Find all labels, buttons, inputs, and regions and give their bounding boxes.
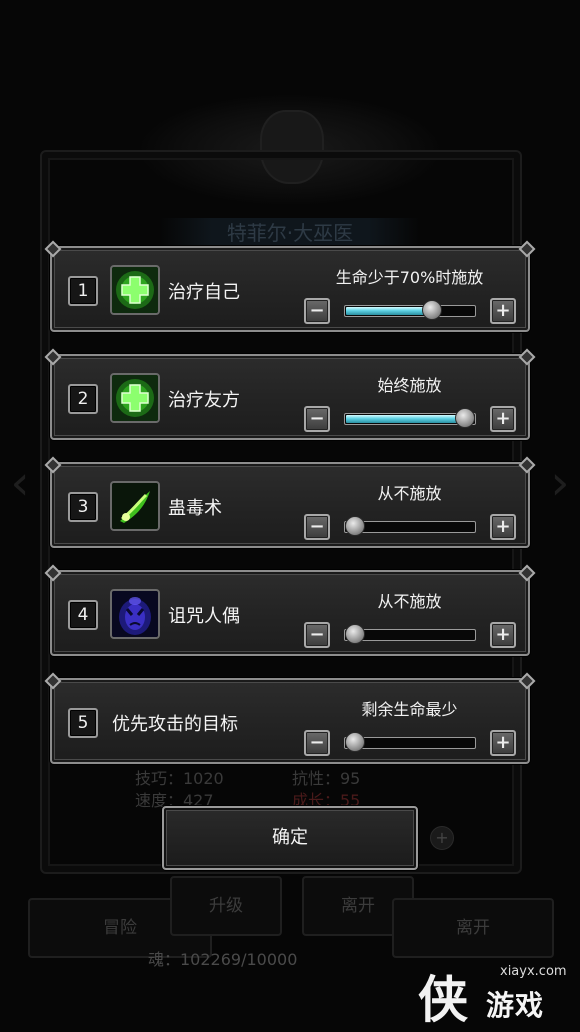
slider-knob[interactable] (345, 732, 365, 752)
plus-icon: + (495, 624, 511, 645)
prev-arrow-icon: ‹ (10, 455, 30, 511)
green-cross-icon (110, 265, 160, 315)
skill-row-poison: 3 蛊毒术 从不施放 − + (50, 462, 530, 548)
target-priority-slider[interactable] (344, 732, 476, 752)
stat-resist: 抗性：95 (292, 769, 361, 788)
increase-button[interactable]: + (490, 514, 516, 540)
decrease-button[interactable]: − (304, 514, 330, 540)
upgrade-button: 升级 (170, 876, 282, 936)
skill-index: 3 (68, 492, 98, 522)
cast-threshold-slider[interactable] (344, 624, 476, 644)
slider-fill (346, 307, 432, 315)
cast-condition: 始终施放 (377, 376, 442, 395)
minus-icon: − (309, 300, 325, 321)
slider-knob[interactable] (455, 408, 475, 428)
skill-index: 4 (68, 600, 98, 630)
plus-icon: + (495, 300, 511, 321)
confirm-button[interactable]: 确定 (162, 806, 418, 870)
hero-title: 特菲尔·大巫医 (160, 218, 420, 248)
increase-button[interactable]: + (490, 622, 516, 648)
next-arrow-icon: › (550, 455, 570, 511)
curse-doll-icon (110, 589, 160, 639)
plus-icon: + (495, 516, 511, 537)
poison-swirl-icon (110, 481, 160, 531)
plus-icon: + (495, 408, 511, 429)
increase-button[interactable]: + (490, 406, 516, 432)
skill-row-curse-doll: 4 诅咒人偶 从不施放 − + (50, 570, 530, 656)
decrease-button[interactable]: − (304, 298, 330, 324)
watermark-url: xiayx.com (500, 964, 567, 979)
minus-icon: − (309, 624, 325, 645)
plus-icon: + (495, 732, 511, 753)
stat-skill: 技巧：1020 (135, 769, 224, 788)
leave-button-alt: 离开 (392, 898, 554, 958)
target-condition: 剩余生命最少 (361, 700, 458, 719)
skill-index: 5 (68, 708, 98, 738)
watermark-text: 游戏 (486, 989, 545, 1022)
cast-condition: 从不施放 (377, 484, 442, 503)
cast-threshold-slider[interactable] (344, 300, 476, 320)
increase-button[interactable]: + (490, 730, 516, 756)
skill-name: 治疗友方 (168, 390, 240, 411)
skill-index: 2 (68, 384, 98, 414)
slider-knob[interactable] (345, 624, 365, 644)
decrease-button[interactable]: − (304, 730, 330, 756)
target-priority-row: 5 优先攻击的目标 剩余生命最少 − + (50, 678, 530, 764)
slider-knob[interactable] (345, 516, 365, 536)
skill-row-heal-self: 1 治疗自己 生命少于70%时施放 − + (50, 246, 530, 332)
minus-icon: − (309, 516, 325, 537)
slider-knob[interactable] (422, 300, 442, 320)
skill-name: 蛊毒术 (168, 498, 222, 519)
minus-icon: − (309, 732, 325, 753)
cast-condition: 生命少于70%时施放 (335, 268, 484, 287)
decrease-button[interactable]: − (304, 622, 330, 648)
minus-icon: − (309, 408, 325, 429)
green-cross-icon (110, 373, 160, 423)
watermark-logo: 侠 (418, 970, 468, 1029)
skill-index: 1 (68, 276, 98, 306)
skill-row-heal-ally: 2 治疗友方 始终施放 − + (50, 354, 530, 440)
skill-name: 治疗自己 (168, 282, 240, 303)
skill-name: 诅咒人偶 (168, 606, 240, 627)
add-stat-icon: + (430, 826, 454, 850)
cast-condition: 从不施放 (377, 592, 442, 611)
soul-counter: 魂：102269/10000 (148, 950, 298, 969)
skill-name: 优先攻击的目标 (112, 714, 238, 735)
decrease-button[interactable]: − (304, 406, 330, 432)
increase-button[interactable]: + (490, 298, 516, 324)
cast-threshold-slider[interactable] (344, 408, 476, 428)
cast-threshold-slider[interactable] (344, 516, 476, 536)
slider-fill (346, 415, 465, 423)
